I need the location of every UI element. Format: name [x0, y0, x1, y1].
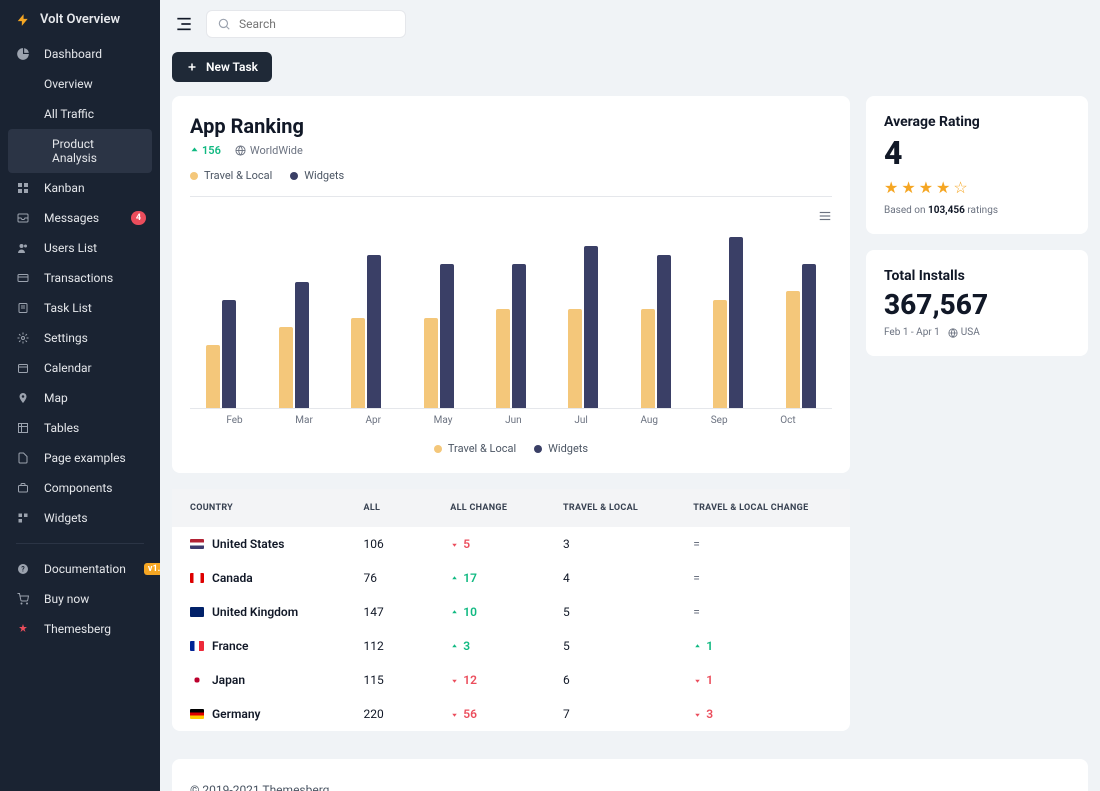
chart-legend-bottom: Travel & Local Widgets — [190, 438, 832, 455]
table-row[interactable]: United States10653= — [172, 527, 850, 561]
list-icon — [16, 301, 30, 315]
sidebar-label: Settings — [44, 331, 88, 345]
footer: © 2019-2021 Themesberg — [172, 759, 1088, 791]
chart-menu-button[interactable] — [818, 209, 832, 223]
sidebar-item-settings[interactable]: Settings — [0, 323, 160, 353]
sidebar-label: Users List — [44, 241, 97, 255]
bolt-icon — [16, 13, 30, 27]
country-table-card: COUNTRY ALL ALL CHANGE TRAVEL & LOCAL TR… — [172, 489, 850, 731]
average-rating-card: Average Rating 4 ★★★★☆ Based on 103,456 … — [866, 96, 1088, 234]
brand-label: Volt Overview — [40, 12, 120, 27]
inbox-icon — [16, 211, 30, 225]
sidebar-label: Tables — [44, 421, 79, 435]
sidebar-item-overview[interactable]: Overview — [0, 69, 160, 99]
sidebar-item-page-examples[interactable]: Page examples — [0, 443, 160, 473]
sidebar-label: Calendar — [44, 361, 92, 375]
rating-title: Average Rating — [884, 114, 1070, 130]
svg-text:?: ? — [21, 566, 25, 574]
sidebar-label: Themesberg — [44, 622, 111, 636]
chart-bars — [190, 209, 832, 409]
topbar — [160, 0, 1100, 48]
sidebar-item-all-traffic[interactable]: All Traffic — [0, 99, 160, 129]
installs-value: 367,567 — [884, 288, 1070, 321]
sidebar-item-tables[interactable]: Tables — [0, 413, 160, 443]
sidebar-item-widgets[interactable]: Widgets — [0, 503, 160, 533]
help-icon: ? — [16, 562, 30, 576]
sidebar-item-task-list[interactable]: Task List — [0, 293, 160, 323]
sidebar-item-themesberg[interactable]: Themesberg — [0, 614, 160, 644]
sidebar-item-documentation[interactable]: ? Documentation v1.3 — [0, 554, 160, 584]
sidebar-label: Kanban — [44, 181, 85, 195]
table-row[interactable]: Japan1151261 — [172, 663, 850, 697]
brand-header[interactable]: Volt Overview — [0, 0, 160, 39]
sidebar-item-calendar[interactable]: Calendar — [0, 353, 160, 383]
installs-title: Total Installs — [884, 268, 1070, 284]
sidebar-item-kanban[interactable]: Kanban — [0, 173, 160, 203]
chart-delta: 156 — [190, 144, 221, 157]
sidebar-label: Task List — [44, 301, 92, 315]
version-badge: v1.3 — [144, 563, 160, 575]
sidebar-item-transactions[interactable]: Transactions — [0, 263, 160, 293]
chart-title: App Ranking — [190, 114, 832, 138]
rating-value: 4 — [884, 134, 1070, 172]
sidebar-toggle-button[interactable] — [172, 12, 196, 36]
calendar-icon — [16, 361, 30, 375]
sidebar-item-components[interactable]: Components — [0, 473, 160, 503]
sidebar-label: Buy now — [44, 592, 89, 606]
cart-icon — [16, 592, 30, 606]
chart-legend-top: Travel & Local Widgets — [190, 169, 832, 182]
sidebar-label: Page examples — [44, 451, 126, 465]
pie-icon — [16, 47, 30, 61]
sidebar-label: Map — [44, 391, 68, 405]
card-icon — [16, 271, 30, 285]
sidebar-label: Dashboard — [44, 47, 102, 61]
sidebar-item-users[interactable]: Users List — [0, 233, 160, 263]
total-installs-card: Total Installs 367,567 Feb 1 - Apr 1 USA — [866, 250, 1088, 356]
sidebar-label: Components — [44, 481, 113, 495]
sidebar-item-buy-now[interactable]: Buy now — [0, 584, 160, 614]
sidebar-label: Widgets — [44, 511, 88, 525]
sidebar-item-map[interactable]: Map — [0, 383, 160, 413]
pin-icon — [16, 391, 30, 405]
table-row[interactable]: United Kingdom147105= — [172, 595, 850, 629]
file-icon — [16, 451, 30, 465]
table-row[interactable]: France112351 — [172, 629, 850, 663]
sidebar-label: Product Analysis — [52, 137, 136, 165]
sidebar-label: Messages — [44, 211, 99, 225]
sidebar-item-messages[interactable]: Messages 4 — [0, 203, 160, 233]
themesberg-icon — [16, 622, 30, 636]
table-row[interactable]: Germany2205673 — [172, 697, 850, 731]
sidebar-label: All Traffic — [44, 107, 94, 121]
sidebar-item-product-analysis[interactable]: Product Analysis — [8, 129, 152, 173]
main-content: New Task App Ranking 156 WorldWide Trave… — [160, 0, 1100, 791]
sidebar-label: Transactions — [44, 271, 113, 285]
app-ranking-card: App Ranking 156 WorldWide Travel & Local… — [172, 96, 850, 473]
table-header: COUNTRY ALL ALL CHANGE TRAVEL & LOCAL TR… — [172, 489, 850, 527]
grid-icon — [16, 181, 30, 195]
box-icon — [16, 481, 30, 495]
sidebar-label: Documentation — [44, 562, 126, 576]
table-icon — [16, 421, 30, 435]
gear-icon — [16, 331, 30, 345]
chart-x-labels: FebMarAprMayJunJulAugSepOct — [190, 409, 832, 438]
sidebar: Volt Overview Dashboard Overview All Tra… — [0, 0, 160, 791]
search-input[interactable] — [239, 17, 395, 31]
new-task-label: New Task — [206, 60, 258, 74]
sidebar-item-dashboard[interactable]: Dashboard — [0, 39, 160, 69]
widgets-icon — [16, 511, 30, 525]
chart-scope: WorldWide — [235, 144, 303, 157]
table-row[interactable]: Canada76174= — [172, 561, 850, 595]
divider — [16, 543, 144, 544]
sidebar-label: Overview — [44, 77, 93, 91]
search-box[interactable] — [206, 10, 406, 38]
search-icon — [217, 17, 231, 31]
badge: 4 — [131, 211, 146, 225]
installs-subtext: Feb 1 - Apr 1 USA — [884, 327, 1070, 338]
new-task-button[interactable]: New Task — [172, 52, 272, 82]
users-icon — [16, 241, 30, 255]
rating-subtext: Based on 103,456 ratings — [884, 205, 1070, 216]
rating-stars: ★★★★☆ — [884, 178, 1070, 197]
plus-icon — [186, 61, 198, 73]
